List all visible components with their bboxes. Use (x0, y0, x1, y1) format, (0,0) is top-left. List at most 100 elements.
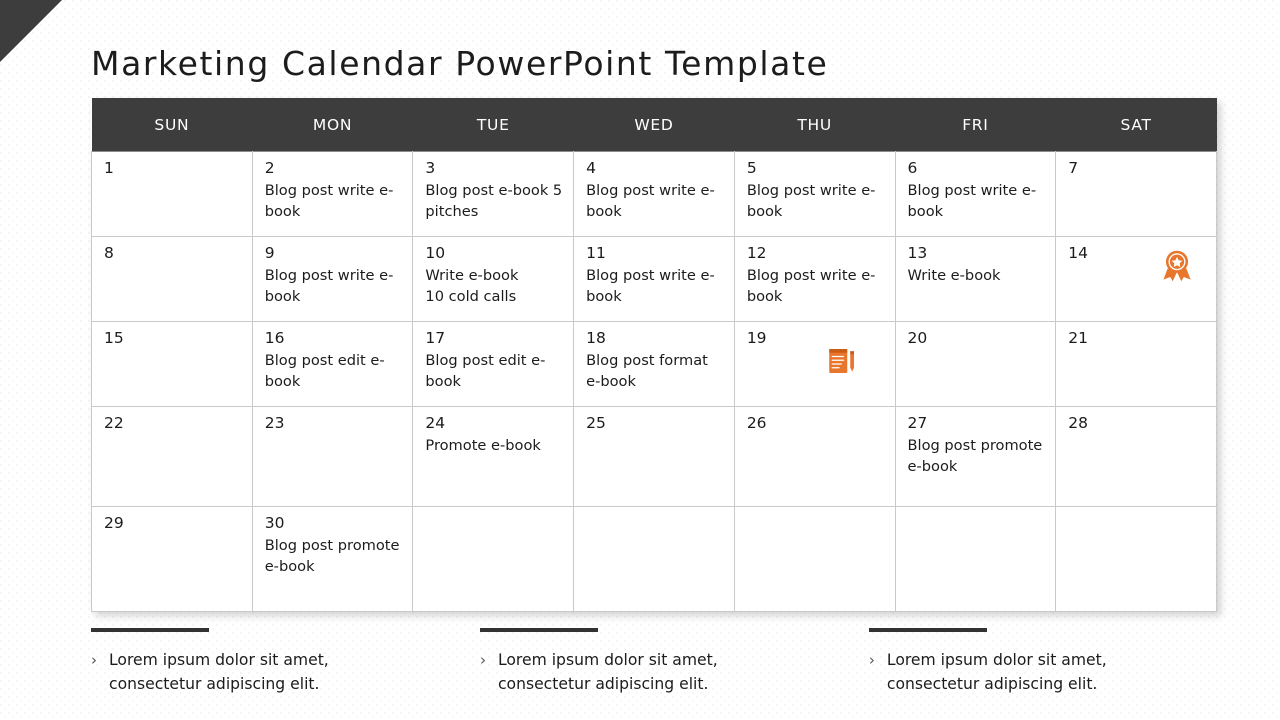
day-task: Blog post format e-book (586, 351, 708, 390)
caption-rule-divider (868, 628, 987, 632)
day-number: 22 (104, 414, 124, 432)
caption-text: Lorem ipsum dolor sit amet, consectetur a… (887, 648, 1107, 696)
weekday-header-fri: FRI (895, 98, 1056, 152)
chevron-right-icon: › (479, 651, 486, 669)
calendar-cell-day-17[interactable]: 17 Blog post edit e-book (412, 321, 575, 407)
day-number: 14 (1068, 244, 1088, 262)
caption-text-line1: Lorem ipsum dolor sit amet, (109, 651, 329, 669)
day-number: 15 (104, 329, 124, 347)
day-number: 28 (1068, 414, 1088, 432)
calendar-cell-day-8[interactable]: 8 (91, 236, 253, 322)
day-task: Blog post write e-book (264, 266, 394, 305)
weekday-header-thu: THU (734, 98, 896, 152)
caption-body: › Lorem ipsum dolor sit amet, consectetur … (480, 648, 831, 696)
day-number: 26 (746, 414, 767, 432)
calendar-cell-day-11[interactable]: 11 Blog post write e-book (573, 236, 735, 322)
calendar-cell-day-22[interactable]: 22 (91, 406, 253, 507)
weekday-header-sat: SAT (1055, 98, 1217, 152)
day-number: 11 (586, 244, 606, 262)
day-number: 18 (586, 329, 606, 347)
calendar-cell-day-24[interactable]: 24 Promote e-book (412, 406, 575, 507)
day-task: Blog post promote e-book (907, 436, 1043, 475)
weekday-header-wed: WED (573, 98, 735, 152)
calendar-cell-day-9[interactable]: 9 Blog post write e-book (251, 236, 414, 322)
day-task: Blog post write e-book (746, 181, 876, 220)
document-pen-icon (827, 346, 861, 380)
weekday-header-tue: TUE (412, 98, 574, 152)
calendar-cell-day-15[interactable]: 15 (91, 321, 253, 407)
caption-text: Lorem ipsum dolor sit amet, consectetur a… (498, 648, 718, 696)
day-task: Blog post e-book 5 pitches (425, 181, 563, 220)
page-title: Marketing Calendar PowerPoint Template (91, 44, 829, 84)
day-task: Blog post write e-book (586, 181, 715, 220)
calendar-body: 1 2 Blog post write e-book 3 Blog post e-boo… (91, 151, 1217, 612)
calendar-header: SUN MON TUE WED THU FRI SAT (91, 98, 1217, 152)
calendar-cell-day-1[interactable]: 1 (91, 151, 253, 237)
calendar-cell-empty (1055, 506, 1217, 612)
day-number: 9 (264, 244, 275, 262)
caption-text-line1: Lorem ipsum dolor sit amet, (497, 651, 718, 669)
calendar-cell-day-5[interactable]: 5 Blog post write e-book (733, 151, 896, 237)
calendar-week-row: 1 2 Blog post write e-book 3 Blog post e-boo… (91, 151, 1217, 237)
caption-text-line2: consectetur adipiscing elit. (886, 675, 1098, 694)
day-number: 13 (907, 244, 928, 262)
day-task: Promote e-book (425, 436, 541, 454)
calendar-cell-day-21[interactable]: 21 (1055, 321, 1217, 407)
calendar-cell-day-4[interactable]: 4 Blog post write e-book (573, 151, 735, 237)
day-number: 2 (264, 159, 275, 177)
chevron-right-icon: › (91, 651, 97, 669)
calendar-cell-day-25[interactable]: 25 (573, 406, 735, 507)
calendar-cell-day-10[interactable]: 10 Write e-book 10 cold calls (412, 236, 575, 322)
calendar-cell-day-30[interactable]: 30 Blog post promote e-book (251, 506, 414, 612)
caption-section: › Lorem ipsum dolor sit amet, consectetur … (91, 628, 1201, 696)
calendar-cell-empty (573, 506, 735, 612)
corner-wedge-decoration (0, 0, 62, 62)
caption-text-line2: consectetur adipiscing elit. (497, 675, 709, 694)
calendar-cell-day-20[interactable]: 20 (894, 321, 1057, 407)
calendar-cell-day-7[interactable]: 7 (1055, 151, 1217, 237)
calendar-cell-day-29[interactable]: 29 (91, 506, 253, 612)
calendar-cell-empty (894, 506, 1057, 612)
calendar-cell-day-28[interactable]: 28 (1055, 406, 1217, 507)
calendar-cell-empty (412, 506, 575, 612)
day-task: Blog post write e-book (586, 266, 715, 305)
day-task: 10 cold calls (425, 287, 517, 305)
calendar-cell-day-16[interactable]: 16 Blog post edit e-book (251, 321, 414, 407)
weekday-header-row: SUN MON TUE WED THU FRI SAT (91, 98, 1217, 152)
weekday-header-mon: MON (252, 98, 413, 152)
day-number: 25 (586, 414, 606, 432)
day-task: Write e-book (907, 266, 1001, 284)
day-number: 20 (907, 329, 928, 347)
caption-text-line1: Lorem ipsum dolor sit amet, (886, 651, 1107, 669)
day-number: 3 (425, 159, 436, 177)
day-task: Blog post promote e-book (264, 536, 400, 575)
day-number: 10 (425, 244, 446, 262)
day-number: 6 (907, 159, 918, 177)
calendar-cell-day-26[interactable]: 26 (733, 406, 896, 507)
calendar-table: SUN MON TUE WED THU FRI SAT 1 2 Blog post write … (91, 98, 1217, 612)
day-task: Write e-book (425, 266, 519, 284)
day-number: 27 (907, 414, 928, 432)
caption-text: Lorem ipsum dolor sit amet, consectetur a… (109, 648, 329, 696)
calendar-cell-day-23[interactable]: 23 (251, 406, 414, 507)
calendar-week-row: 22 23 24 Promote e-book 25 26 27 Blog post prom… (91, 406, 1217, 507)
calendar-cell-day-6[interactable]: 6 Blog post write e-book (894, 151, 1057, 237)
caption-body: › Lorem ipsum dolor sit amet, consectetur … (91, 648, 461, 696)
calendar-cell-day-3[interactable]: 3 Blog post e-book 5 pitches (412, 151, 575, 237)
calendar-cell-day-18[interactable]: 18 Blog post format e-book (573, 321, 735, 407)
calendar-cell-day-27[interactable]: 27 Blog post promote e-book (894, 406, 1057, 507)
day-task: Blog post write e-book (907, 181, 1037, 220)
calendar-cell-day-2[interactable]: 2 Blog post write e-book (251, 151, 414, 237)
day-number: 1 (104, 159, 114, 177)
calendar-cell-empty (733, 506, 896, 612)
day-number: 21 (1068, 329, 1088, 347)
day-number: 19 (746, 329, 767, 347)
chevron-right-icon: › (868, 651, 875, 669)
calendar-cell-day-14[interactable]: 14 (1055, 236, 1217, 322)
calendar-cell-day-19[interactable]: 19 (733, 321, 896, 407)
day-number: 29 (104, 514, 124, 532)
caption-body: › Lorem ipsum dolor sit amet, consectetur … (869, 648, 1201, 696)
day-number: 23 (264, 414, 285, 432)
calendar-cell-day-13[interactable]: 13 Write e-book (894, 236, 1057, 322)
calendar-cell-day-12[interactable]: 12 Blog post write e-book (733, 236, 896, 322)
